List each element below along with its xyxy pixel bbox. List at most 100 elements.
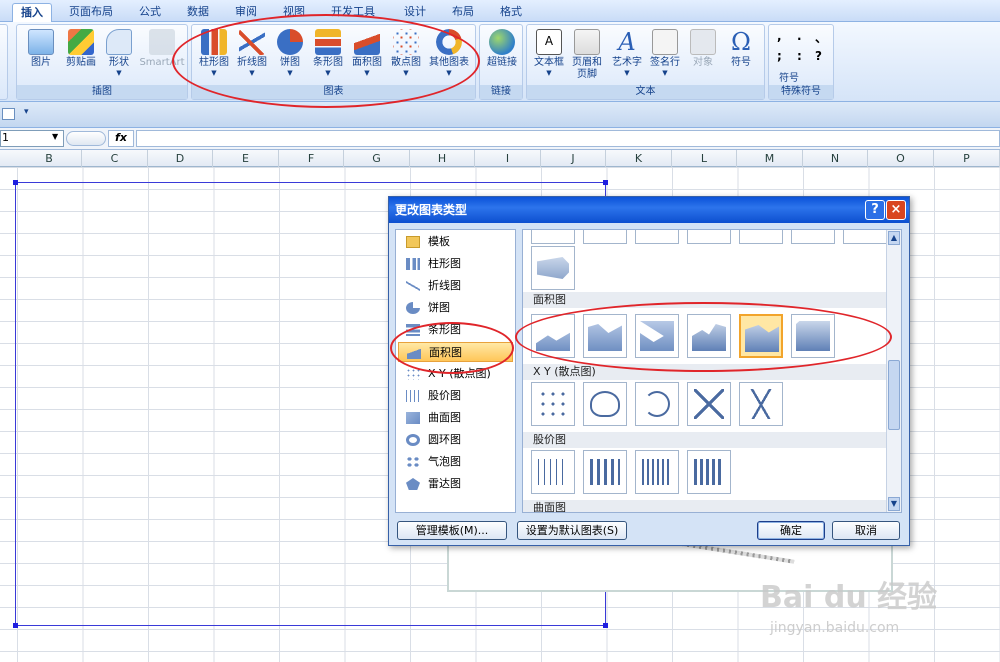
column-header[interactable]: G [344, 150, 410, 167]
stock-hlc-subtype-thumb[interactable] [531, 450, 575, 494]
category-bubble[interactable]: 气泡图 [398, 452, 513, 472]
scatter-smooth-markers-subtype-thumb[interactable] [583, 382, 627, 426]
scroll-down-icon[interactable]: ▼ [888, 497, 900, 511]
scroll-thumb[interactable] [888, 360, 900, 430]
scatter-smooth-subtype-thumb[interactable] [635, 382, 679, 426]
chart-subtype-thumb[interactable] [531, 230, 575, 244]
resize-handle[interactable] [603, 623, 608, 628]
category-radar[interactable]: 雷达图 [398, 474, 513, 494]
tab-layout[interactable]: 布局 [443, 3, 483, 22]
category-column[interactable]: 柱形图 [398, 254, 513, 274]
ok-button[interactable]: 确定 [757, 521, 825, 540]
ribbon-group-special-symbols: , . 、 ; : ? 符号 特殊符号 [768, 24, 834, 100]
scatter-smooth-icon [644, 391, 670, 417]
column-header[interactable]: O [868, 150, 934, 167]
formula-bar-resize-handle[interactable] [66, 131, 106, 146]
chart-subtype-thumb[interactable] [843, 230, 887, 244]
scatter-straight-subtype-thumb[interactable] [739, 382, 783, 426]
chevron-down-icon[interactable]: ▼ [52, 132, 58, 141]
tab-insert[interactable]: 插入 [12, 3, 52, 22]
column-header[interactable]: K [606, 150, 672, 167]
column-header[interactable]: E [213, 150, 279, 167]
scroll-up-icon[interactable]: ▲ [888, 231, 900, 245]
clipart-button[interactable]: 剪贴画 [61, 29, 101, 83]
category-doughnut[interactable]: 圆环图 [398, 430, 513, 450]
symbol-colon[interactable]: : [797, 49, 802, 63]
special-symbol-dropdown[interactable]: 符号 [779, 69, 799, 84]
3d-bar-subtype-thumb[interactable] [531, 246, 575, 290]
column-header[interactable]: B [17, 150, 82, 167]
hyperlink-button[interactable]: 超链接 [482, 29, 522, 83]
scatter-straight-markers-subtype-thumb[interactable] [687, 382, 731, 426]
manage-templates-button[interactable]: 管理模板(M)... [397, 521, 507, 540]
ribbon-group-table [0, 24, 8, 100]
symbol-semicolon[interactable]: ; [777, 49, 782, 63]
insert-function-button[interactable]: fx [108, 130, 134, 147]
chart-subtype-thumb[interactable] [635, 230, 679, 244]
omega-icon: Ω [731, 28, 751, 56]
stock-ohlc-subtype-thumb[interactable] [583, 450, 627, 494]
signature-line-icon [652, 29, 678, 55]
chart-subtype-thumb[interactable] [791, 230, 835, 244]
chart-subtype-thumb[interactable] [583, 230, 627, 244]
column-header[interactable]: L [672, 150, 737, 167]
section-header-stock: 股价图 [523, 432, 887, 448]
wordart-icon: A [618, 28, 636, 56]
stock-vhlc-subtype-thumb[interactable] [635, 450, 679, 494]
column-header[interactable]: C [82, 150, 148, 167]
column-header[interactable]: M [737, 150, 803, 167]
ribbon: 图片 剪贴画 形状 ▼ SmartArt 插图 柱形图 ▼ 折线图 ▼ 饼图 ▼… [0, 22, 1000, 102]
annotation-ellipse-area-category [390, 322, 514, 374]
help-button[interactable]: ? [865, 200, 885, 220]
column-header[interactable]: I [475, 150, 541, 167]
symbol-enumeration-comma[interactable]: 、 [815, 29, 827, 46]
group-label-text: 文本 [527, 85, 764, 99]
tab-page-layout[interactable]: 页面布局 [60, 3, 122, 22]
chart-subtype-thumb[interactable] [687, 230, 731, 244]
close-button[interactable]: × [886, 200, 906, 220]
column-header[interactable]: F [279, 150, 344, 167]
ribbon-tabs: 插入 页面布局 公式 数据 审阅 视图 开发工具 设计 布局 格式 [0, 0, 1000, 22]
symbol-button[interactable]: Ω 符号 [721, 29, 761, 83]
table-icon[interactable] [2, 108, 15, 120]
customize-toolbar-icon[interactable]: ▾ [24, 107, 29, 117]
textbox-button[interactable]: A 文本框 ▼ [529, 29, 569, 83]
wordart-button[interactable]: A 艺术字 ▼ [607, 29, 647, 83]
symbol-comma[interactable]: , [777, 29, 782, 43]
picture-button[interactable]: 图片 [21, 29, 61, 83]
scrollbar[interactable]: ▲ ▼ [886, 230, 901, 512]
formula-input[interactable] [136, 130, 1000, 147]
column-header[interactable]: J [541, 150, 606, 167]
tab-format[interactable]: 格式 [491, 3, 531, 22]
watermark-url: jingyan.baidu.com [770, 620, 900, 636]
chart-subtype-thumb[interactable] [739, 230, 783, 244]
category-line[interactable]: 折线图 [398, 276, 513, 296]
signature-line-button[interactable]: 签名行 ▼ [645, 29, 685, 83]
object-button[interactable]: 对象 [683, 29, 723, 83]
category-stock[interactable]: 股价图 [398, 386, 513, 406]
3d-bar-icon [537, 257, 569, 279]
shapes-button[interactable]: 形状 ▼ [99, 29, 139, 83]
tab-formulas[interactable]: 公式 [130, 3, 170, 22]
tab-data[interactable]: 数据 [178, 3, 218, 22]
column-header[interactable]: H [410, 150, 475, 167]
column-header[interactable]: P [934, 150, 1000, 167]
resize-handle[interactable] [13, 623, 18, 628]
symbol-question[interactable]: ? [815, 49, 822, 63]
column-headers: B C D E F G H I J K L M N O P [0, 150, 1000, 167]
scatter-markers-subtype-thumb[interactable] [531, 382, 575, 426]
column-header[interactable]: N [803, 150, 868, 167]
symbol-period[interactable]: . [797, 29, 802, 43]
resize-handle[interactable] [13, 180, 18, 185]
category-pie[interactable]: 饼图 [398, 298, 513, 318]
category-surface[interactable]: 曲面图 [398, 408, 513, 428]
category-templates[interactable]: 模板 [398, 232, 513, 252]
column-header[interactable]: D [148, 150, 213, 167]
picture-icon [28, 29, 54, 55]
resize-handle[interactable] [603, 180, 608, 185]
stock-vohlc-subtype-thumb[interactable] [687, 450, 731, 494]
header-footer-button[interactable]: 页眉和 页脚 [567, 29, 607, 83]
watermark-logo: Bai du 经验 [760, 580, 938, 615]
set-default-chart-button[interactable]: 设置为默认图表(S) [517, 521, 627, 540]
cancel-button[interactable]: 取消 [832, 521, 900, 540]
